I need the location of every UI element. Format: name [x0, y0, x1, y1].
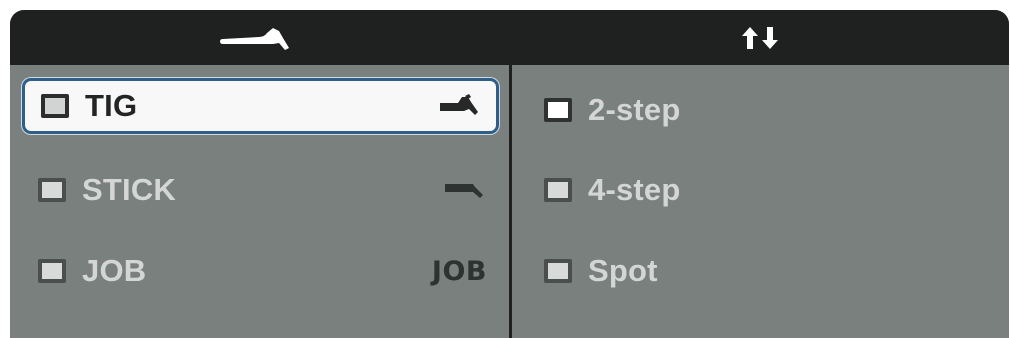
trigger-option-2-step[interactable]: 2-step	[538, 82, 998, 138]
column-divider	[509, 65, 512, 338]
radio-indicator	[544, 98, 572, 122]
trigger-column-header	[511, 10, 1009, 65]
radio-indicator	[38, 178, 66, 202]
welding-settings-panel: TIG STICK JOB JOB 2-step 4-step Spot	[10, 10, 1009, 338]
option-label: TIG	[85, 88, 138, 123]
option-label: Spot	[588, 253, 658, 288]
panel-header	[10, 10, 1009, 65]
option-label: JOB	[82, 253, 147, 288]
torch-icon	[438, 93, 484, 119]
radio-indicator	[38, 259, 66, 283]
trigger-option-4-step[interactable]: 4-step	[538, 162, 998, 218]
process-option-stick[interactable]: STICK	[22, 162, 499, 218]
up-down-arrows-icon	[742, 26, 778, 49]
trigger-option-spot[interactable]: Spot	[538, 243, 998, 299]
option-label: 4-step	[588, 172, 681, 207]
radio-indicator	[544, 178, 572, 202]
option-label: 2-step	[588, 92, 681, 127]
process-option-tig[interactable]: TIG	[22, 78, 499, 134]
torch-icon	[219, 27, 289, 50]
radio-indicator	[41, 94, 69, 118]
process-column-header	[10, 10, 509, 65]
job-icon: JOB	[431, 255, 487, 287]
stick-electrode-icon	[443, 179, 487, 201]
option-label: STICK	[82, 172, 176, 207]
radio-indicator	[544, 259, 572, 283]
process-option-job[interactable]: JOB JOB	[22, 243, 499, 299]
